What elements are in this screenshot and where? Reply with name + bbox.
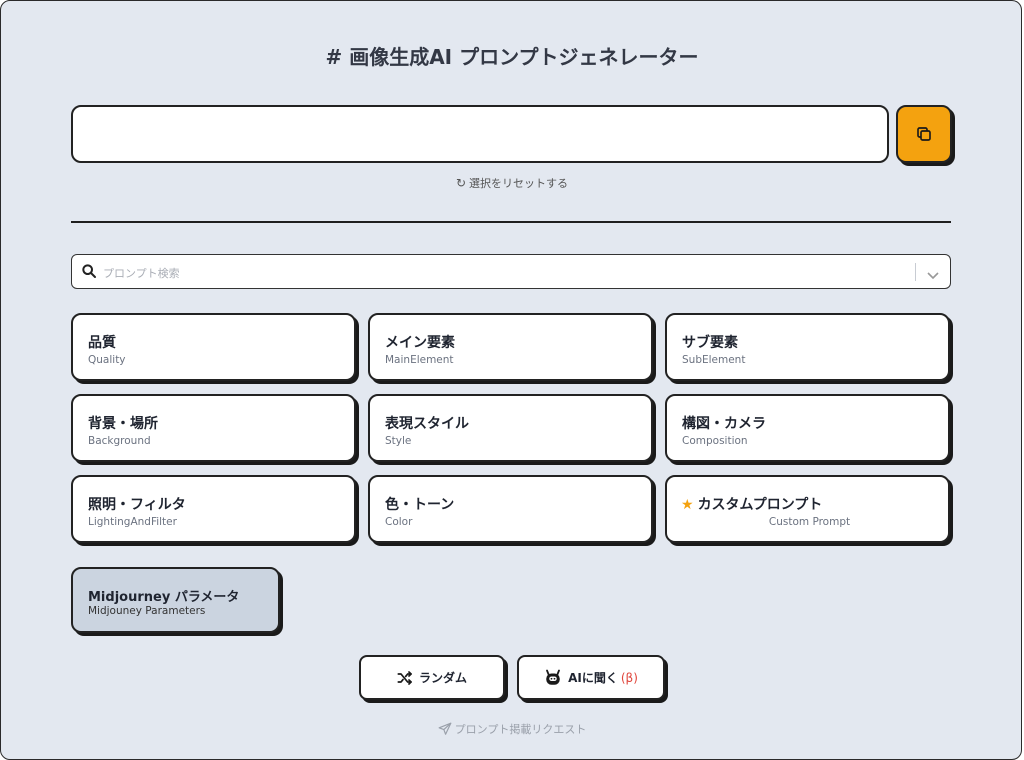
copy-icon <box>915 125 933 143</box>
app-frame: # 画像生成AI プロンプトジェネレーター ↻ 選択をリセットする プロンプト検索 <box>0 0 1022 760</box>
category-title: 品質 <box>88 335 116 351</box>
category-subtitle: LightingAndFilter <box>88 516 177 528</box>
category-subtitle: Background <box>88 435 151 447</box>
refresh-icon: ↻ <box>455 176 467 190</box>
select-separator <box>915 263 916 281</box>
category-subtitle: MainElement <box>385 354 454 366</box>
prompt-request-label: プロンプト掲載リクエスト <box>454 723 587 736</box>
shuffle-icon <box>397 670 413 685</box>
midjourney-parameters-card[interactable]: Midjourney パラメータ Midjouney Parameters <box>71 567 280 633</box>
category-subtitle: Color <box>385 516 413 528</box>
category-title: カスタムプロンプト <box>697 497 823 513</box>
category-title: サブ要素 <box>682 335 738 351</box>
prompt-output-field[interactable] <box>71 105 889 163</box>
category-title: 背景・場所 <box>88 416 158 432</box>
divider <box>71 221 951 223</box>
category-subtitle: SubElement <box>682 354 746 366</box>
category-card-sub-element[interactable]: サブ要素 SubElement <box>665 313 950 381</box>
robot-icon <box>544 669 562 687</box>
chevron-down-icon[interactable] <box>926 266 940 285</box>
category-title: 照明・フィルタ <box>88 497 186 513</box>
random-label: ランダム <box>418 671 467 685</box>
reset-selection-link[interactable]: ↻ 選択をリセットする <box>1 175 1023 191</box>
category-title: 表現スタイル <box>385 416 469 432</box>
category-card-quality[interactable]: 品質 Quality <box>71 313 356 381</box>
category-card-style[interactable]: 表現スタイル Style <box>368 394 653 462</box>
category-subtitle: Style <box>385 435 412 447</box>
category-subtitle: Composition <box>682 435 748 447</box>
search-placeholder: プロンプト検索 <box>103 267 180 280</box>
page-title: # 画像生成AI プロンプトジェネレーター <box>325 45 699 69</box>
category-subtitle: Custom Prompt <box>768 516 851 528</box>
star-icon: ★ <box>681 497 694 513</box>
send-icon <box>438 722 452 735</box>
category-title: 色・トーン <box>385 497 455 513</box>
category-card-background[interactable]: 背景・場所 Background <box>71 394 356 462</box>
reset-label: 選択をリセットする <box>469 177 569 190</box>
ask-ai-label: AIに聞く <box>568 671 618 685</box>
midjourney-subtitle: Midjouney Parameters <box>88 605 206 617</box>
custom-title-wrap: ★ カスタムプロンプト <box>681 494 822 514</box>
category-card-color[interactable]: 色・トーン Color <box>368 475 653 543</box>
category-title: 構図・カメラ <box>682 416 766 432</box>
prompt-request-link[interactable]: プロンプト掲載リクエスト <box>1 721 1023 737</box>
search-icon <box>81 263 97 283</box>
category-card-main-element[interactable]: メイン要素 MainElement <box>368 313 653 381</box>
copy-button[interactable] <box>896 105 952 163</box>
category-subtitle: Quality <box>88 354 126 366</box>
beta-badge: (β) <box>620 670 638 685</box>
midjourney-title: Midjourney パラメータ <box>88 590 240 605</box>
prompt-search-select[interactable]: プロンプト検索 <box>71 254 951 289</box>
category-card-lighting-filter[interactable]: 照明・フィルタ LightingAndFilter <box>71 475 356 543</box>
ask-ai-button[interactable]: AIに聞く (β) <box>517 655 665 700</box>
category-card-composition[interactable]: 構図・カメラ Composition <box>665 394 950 462</box>
random-button[interactable]: ランダム <box>359 655 505 700</box>
category-title: メイン要素 <box>385 335 455 351</box>
category-card-custom-prompt[interactable]: ★ カスタムプロンプト Custom Prompt <box>665 475 950 543</box>
